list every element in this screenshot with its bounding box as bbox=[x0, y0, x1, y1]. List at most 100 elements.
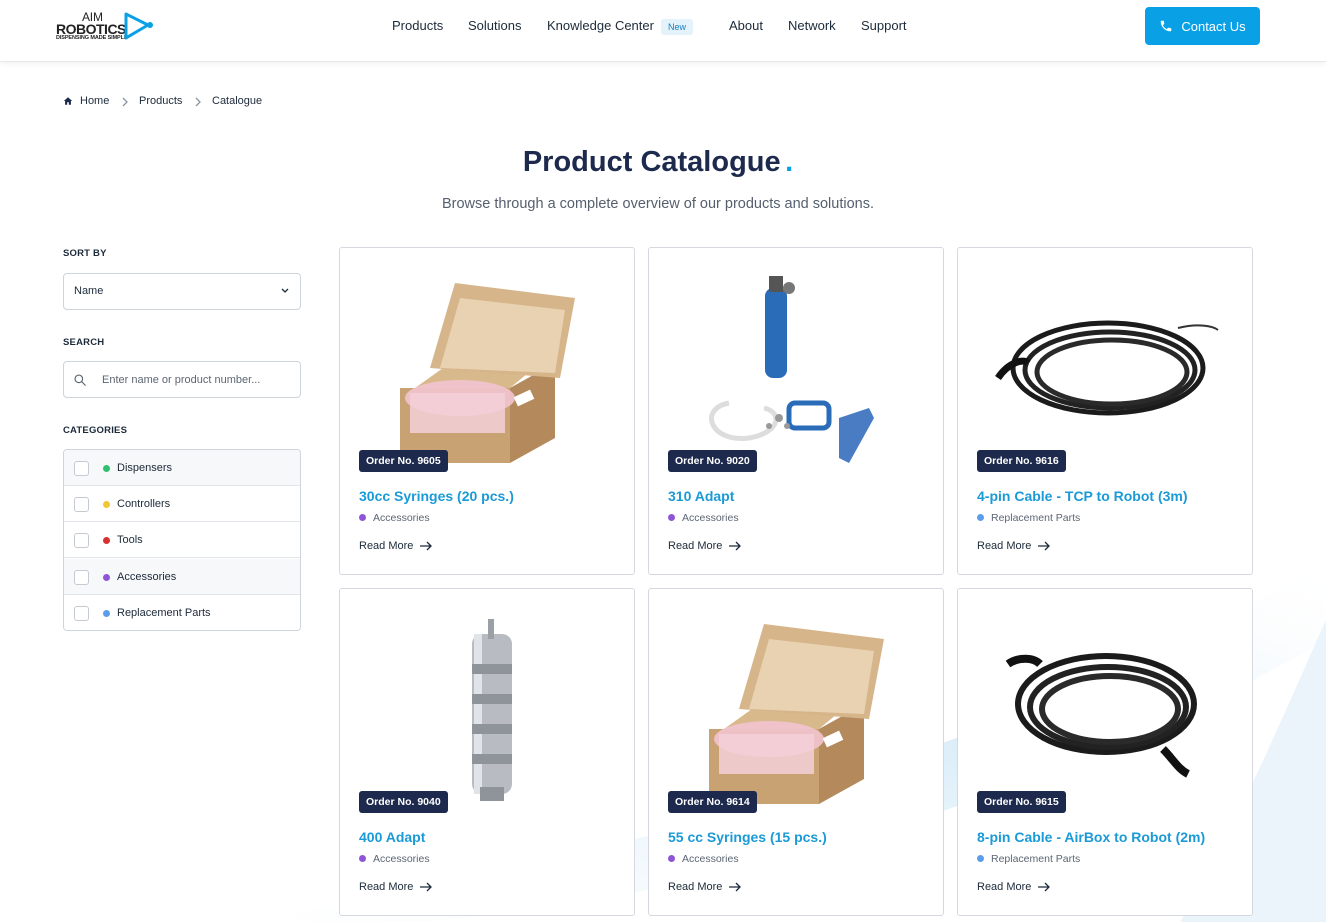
product-category-label: Accessories bbox=[682, 853, 739, 865]
contact-us-button[interactable]: Contact Us bbox=[1145, 7, 1260, 45]
category-filter-list: Dispensers Controllers Tools Accessories… bbox=[63, 449, 301, 631]
product-title[interactable]: 4-pin Cable - TCP to Robot (3m) bbox=[977, 488, 1188, 504]
product-card[interactable]: Order No. 9616 4-pin Cable - TCP to Robo… bbox=[957, 247, 1253, 575]
category-dot bbox=[103, 465, 110, 472]
order-number-badge: Order No. 9605 bbox=[359, 450, 448, 472]
product-category: Replacement Parts bbox=[977, 853, 1080, 865]
nav-solutions[interactable]: Solutions bbox=[468, 18, 521, 33]
category-dot bbox=[103, 610, 110, 617]
product-category: Accessories bbox=[359, 853, 430, 865]
arrow-right-icon bbox=[729, 882, 742, 892]
play-logo-icon bbox=[124, 12, 153, 40]
categories-label: CATEGORIES bbox=[63, 425, 128, 436]
read-more-link[interactable]: Read More bbox=[668, 881, 742, 893]
category-item-tools[interactable]: Tools bbox=[64, 522, 300, 558]
read-more-label: Read More bbox=[359, 540, 414, 552]
category-item-accessories[interactable]: Accessories bbox=[64, 559, 300, 595]
product-category-label: Accessories bbox=[373, 512, 430, 524]
search-input[interactable] bbox=[102, 371, 292, 389]
product-card[interactable]: Order No. 9040 400 Adapt Accessories Rea… bbox=[339, 588, 635, 916]
logo-tagline: DISPENSING MADE SIMPLE bbox=[56, 35, 128, 41]
arrow-right-icon bbox=[420, 541, 433, 551]
category-checkbox[interactable] bbox=[74, 606, 89, 621]
read-more-link[interactable]: Read More bbox=[977, 881, 1051, 893]
nav-knowledge-center[interactable]: Knowledge Center bbox=[547, 18, 654, 33]
order-number-badge: Order No. 9040 bbox=[359, 791, 448, 813]
nav-about[interactable]: About bbox=[729, 18, 763, 33]
arrow-right-icon bbox=[1038, 541, 1051, 551]
page-title-block: Product Catalogue . bbox=[0, 146, 1316, 179]
product-category-label: Accessories bbox=[682, 512, 739, 524]
category-dot bbox=[977, 514, 984, 521]
category-label: Dispensers bbox=[117, 462, 173, 474]
product-image-adapter-kit bbox=[709, 276, 874, 463]
product-title[interactable]: 30cc Syringes (20 pcs.) bbox=[359, 488, 514, 504]
page-title-dot: . bbox=[785, 146, 794, 178]
category-item-controllers[interactable]: Controllers bbox=[64, 486, 300, 522]
product-card[interactable]: Order No. 9605 30cc Syringes (20 pcs.) A… bbox=[339, 247, 635, 575]
product-image-cable bbox=[995, 320, 1219, 416]
arrow-right-icon bbox=[1038, 882, 1051, 892]
product-category: Accessories bbox=[359, 512, 430, 524]
product-card[interactable]: Order No. 9614 55 cc Syringes (15 pcs.) … bbox=[648, 588, 944, 916]
read-more-link[interactable]: Read More bbox=[668, 540, 742, 552]
category-label: Controllers bbox=[117, 498, 171, 510]
order-number-badge: Order No. 9615 bbox=[977, 791, 1066, 813]
category-checkbox[interactable] bbox=[74, 461, 89, 476]
category-dot bbox=[977, 855, 984, 862]
category-dot bbox=[359, 855, 366, 862]
category-checkbox[interactable] bbox=[74, 533, 89, 548]
category-label: Tools bbox=[117, 534, 143, 546]
category-checkbox[interactable] bbox=[74, 497, 89, 512]
product-category: Accessories bbox=[668, 853, 739, 865]
chevron-right-icon bbox=[195, 97, 201, 107]
sort-select-value: Name bbox=[74, 285, 104, 297]
product-title[interactable]: 310 Adapt bbox=[668, 488, 734, 504]
page-title: Product Catalogue bbox=[522, 146, 781, 178]
product-card[interactable]: Order No. 9615 8-pin Cable - AirBox to R… bbox=[957, 588, 1253, 916]
nav-products[interactable]: Products bbox=[392, 18, 443, 33]
breadcrumb-home[interactable]: Home bbox=[80, 95, 109, 107]
category-item-replacement-parts[interactable]: Replacement Parts bbox=[64, 595, 300, 630]
category-dot bbox=[668, 514, 675, 521]
read-more-label: Read More bbox=[359, 881, 414, 893]
product-category-label: Replacement Parts bbox=[991, 853, 1081, 865]
search-label: SEARCH bbox=[63, 337, 105, 348]
order-number-badge: Order No. 9616 bbox=[977, 450, 1066, 472]
category-dot bbox=[103, 574, 110, 581]
category-label: Replacement Parts bbox=[117, 607, 211, 619]
phone-icon bbox=[1161, 20, 1172, 32]
sort-select[interactable]: Name bbox=[63, 273, 301, 310]
product-category-label: Replacement Parts bbox=[991, 512, 1081, 524]
product-title[interactable]: 55 cc Syringes (15 pcs.) bbox=[668, 829, 827, 845]
product-title[interactable]: 8-pin Cable - AirBox to Robot (2m) bbox=[977, 829, 1205, 845]
read-more-label: Read More bbox=[977, 540, 1032, 552]
read-more-link[interactable]: Read More bbox=[359, 540, 433, 552]
read-more-label: Read More bbox=[668, 881, 723, 893]
page-subtitle: Browse through a complete overview of ou… bbox=[441, 196, 874, 212]
nav-support[interactable]: Support bbox=[861, 18, 907, 33]
chevron-down-icon bbox=[281, 288, 289, 293]
sort-by-label: SORT BY bbox=[63, 248, 107, 259]
breadcrumb-products[interactable]: Products bbox=[139, 95, 182, 107]
search-box bbox=[63, 361, 301, 398]
read-more-link[interactable]: Read More bbox=[359, 881, 433, 893]
breadcrumb-catalogue: Catalogue bbox=[212, 95, 263, 107]
product-category: Replacement Parts bbox=[977, 512, 1080, 524]
category-item-dispensers[interactable]: Dispensers bbox=[64, 450, 300, 486]
product-image-box bbox=[400, 283, 575, 463]
brand-logo[interactable]: AIM ROBOTICS DISPENSING MADE SIMPLE bbox=[56, 10, 156, 44]
read-more-label: Read More bbox=[977, 881, 1032, 893]
product-title[interactable]: 400 Adapt bbox=[359, 829, 425, 845]
category-label: Accessories bbox=[117, 571, 177, 583]
new-badge: New bbox=[661, 19, 694, 35]
chevron-right-icon bbox=[122, 97, 128, 107]
category-dot bbox=[668, 855, 675, 862]
category-dot bbox=[103, 501, 110, 508]
read-more-link[interactable]: Read More bbox=[977, 540, 1051, 552]
nav-network[interactable]: Network bbox=[788, 18, 836, 33]
site-header: AIM ROBOTICS DISPENSING MADE SIMPLE Prod… bbox=[0, 0, 1326, 62]
product-card[interactable]: Order No. 9020 310 Adapt Accessories Rea… bbox=[648, 247, 944, 575]
contact-us-label: Contact Us bbox=[1181, 18, 1246, 34]
category-checkbox[interactable] bbox=[74, 570, 89, 585]
